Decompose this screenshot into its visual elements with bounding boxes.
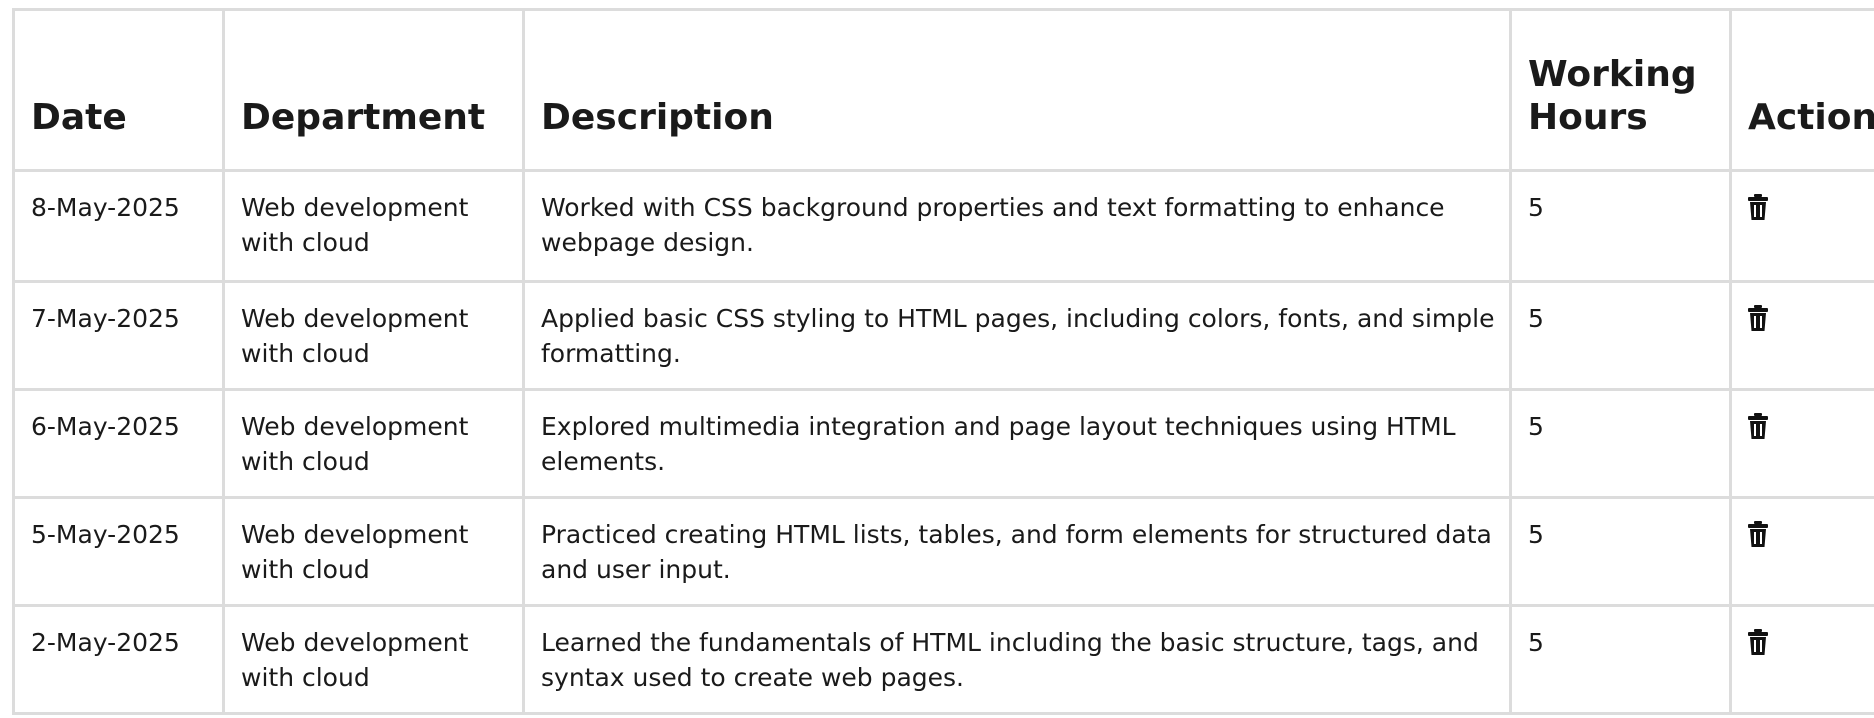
table-row: 5-May-2025 Web development with cloud Pr… <box>14 498 1874 606</box>
table-row: 2-May-2025 Web development with cloud Le… <box>14 606 1874 714</box>
table-row: 8-May-2025 Web development with cloud Wo… <box>14 171 1874 282</box>
cell-description: Learned the fundamentals of HTML includi… <box>524 606 1511 714</box>
cell-department: Web development with cloud <box>224 282 524 390</box>
trash-icon[interactable] <box>1748 629 1768 655</box>
cell-action <box>1731 282 1874 390</box>
table-header-row: Date Department Description Working Hour… <box>14 10 1874 171</box>
table-row: 6-May-2025 Web development with cloud Ex… <box>14 390 1874 498</box>
cell-working-hours: 5 <box>1511 282 1731 390</box>
cell-description: Worked with CSS background properties an… <box>524 171 1511 282</box>
cell-date: 5-May-2025 <box>14 498 224 606</box>
header-date: Date <box>14 10 224 171</box>
cell-description: Practiced creating HTML lists, tables, a… <box>524 498 1511 606</box>
header-action: Action <box>1731 10 1874 171</box>
cell-working-hours: 5 <box>1511 171 1731 282</box>
cell-date: 6-May-2025 <box>14 390 224 498</box>
trash-icon[interactable] <box>1748 305 1768 331</box>
worklog-table: Date Department Description Working Hour… <box>12 8 1874 715</box>
trash-icon[interactable] <box>1748 413 1768 439</box>
cell-date: 2-May-2025 <box>14 606 224 714</box>
trash-icon[interactable] <box>1748 521 1768 547</box>
cell-description: Applied basic CSS styling to HTML pages,… <box>524 282 1511 390</box>
cell-department: Web development with cloud <box>224 171 524 282</box>
cell-description: Explored multimedia integration and page… <box>524 390 1511 498</box>
header-department: Department <box>224 10 524 171</box>
worklog-table-container: Date Department Description Working Hour… <box>12 8 1874 718</box>
cell-action <box>1731 171 1874 282</box>
cell-action <box>1731 606 1874 714</box>
cell-department: Web development with cloud <box>224 390 524 498</box>
cell-date: 8-May-2025 <box>14 171 224 282</box>
trash-icon[interactable] <box>1748 194 1768 220</box>
cell-department: Web development with cloud <box>224 606 524 714</box>
table-row: 7-May-2025 Web development with cloud Ap… <box>14 282 1874 390</box>
cell-action <box>1731 390 1874 498</box>
header-working-hours: Working Hours <box>1511 10 1731 171</box>
cell-working-hours: 5 <box>1511 606 1731 714</box>
cell-department: Web development with cloud <box>224 498 524 606</box>
header-description: Description <box>524 10 1511 171</box>
cell-action <box>1731 498 1874 606</box>
cell-date: 7-May-2025 <box>14 282 224 390</box>
cell-working-hours: 5 <box>1511 390 1731 498</box>
cell-working-hours: 5 <box>1511 498 1731 606</box>
